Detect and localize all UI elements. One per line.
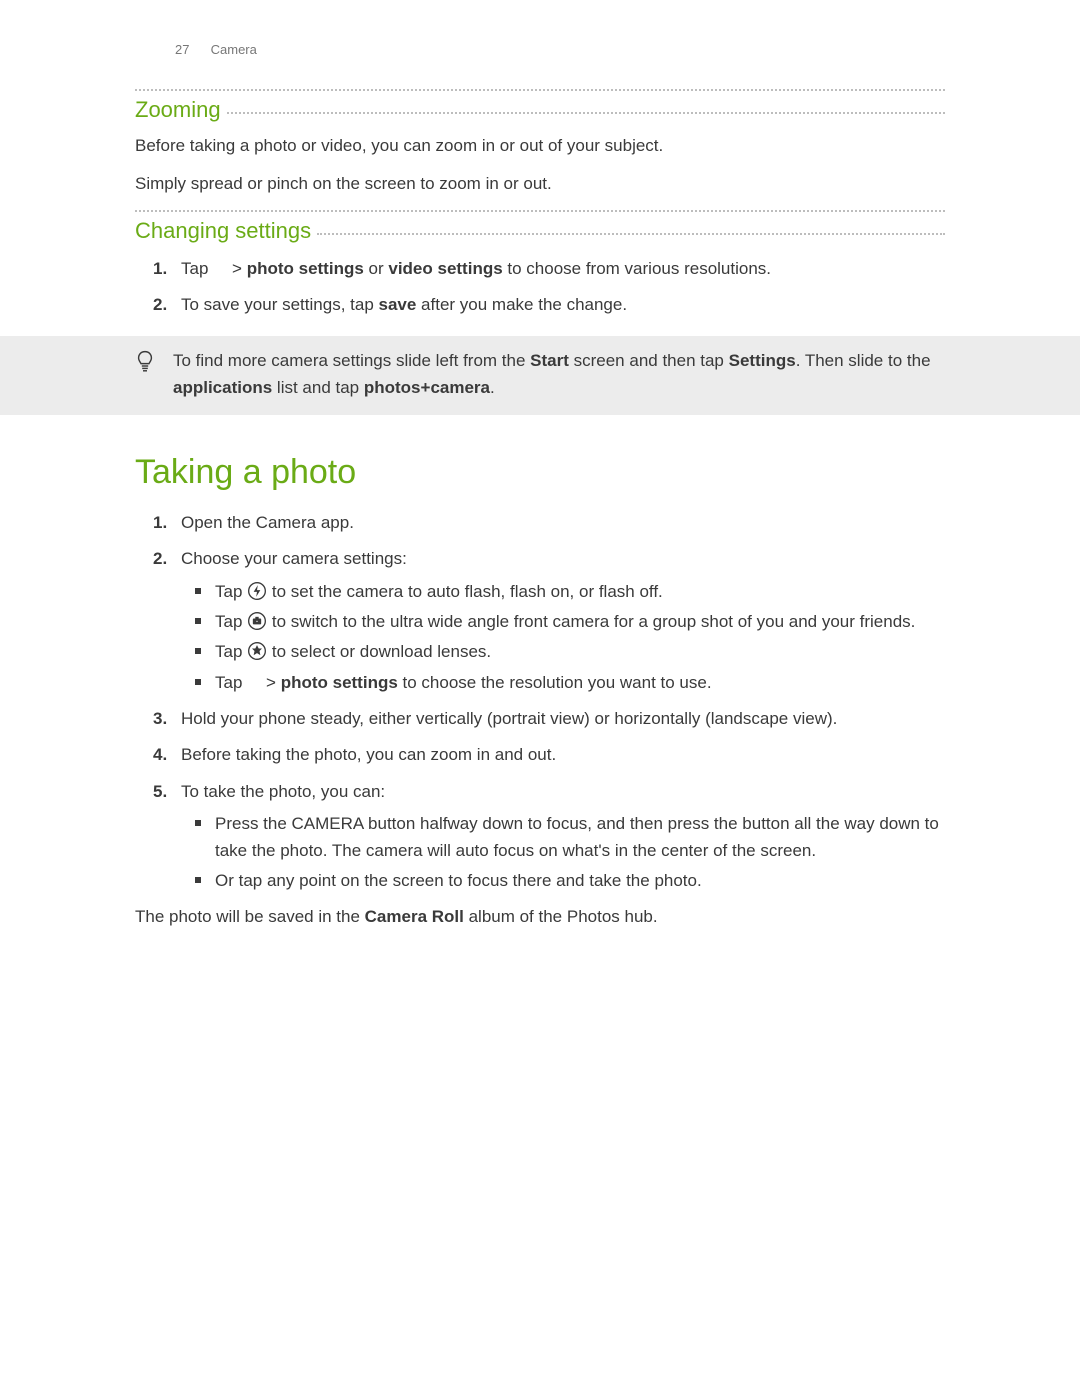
running-header: 27 Camera (175, 42, 945, 57)
save-label: save (379, 295, 417, 314)
step-5: To take the photo, you can: Press the CA… (135, 779, 945, 894)
zooming-para-1: Before taking a photo or video, you can … (135, 133, 945, 159)
text: or (364, 259, 389, 278)
bullet-lenses: Tap to select or download lenses. (181, 639, 945, 665)
text: To take the photo, you can: (181, 782, 385, 801)
settings-label: Settings (729, 351, 796, 370)
camera-settings-bullets: Tap to set the camera to auto flash, fla… (181, 579, 945, 696)
heading-row-changing-settings: Changing settings (135, 212, 945, 246)
text: To find more camera settings slide left … (173, 351, 530, 370)
bullet-front-camera: Tap to switch to the ultra wide angle fr… (181, 609, 945, 635)
text: To save your settings, tap (181, 295, 379, 314)
video-settings-label: video settings (388, 259, 502, 278)
bullet-photo-settings: Tap > photo settings to choose the resol… (181, 670, 945, 696)
page-number: 27 (175, 42, 207, 57)
text: screen and then tap (569, 351, 729, 370)
camera-roll-label: Camera Roll (365, 907, 464, 926)
step-2: To save your settings, tap save after yo… (135, 292, 945, 318)
text: Tap (181, 259, 213, 278)
text: to set the camera to auto flash, flash o… (272, 582, 663, 601)
text: list and tap (272, 378, 364, 397)
heading-taking-a-photo: Taking a photo (135, 453, 945, 492)
text: > (227, 259, 246, 278)
text: to choose from various resolutions. (503, 259, 771, 278)
text: Tap (215, 673, 247, 692)
flash-icon (247, 582, 272, 601)
changing-settings-steps: Tap > photo settings or video settings t… (135, 256, 945, 319)
photo-settings-label: photo settings (281, 673, 398, 692)
document-page: 27 Camera Zooming Before taking a photo … (0, 0, 1080, 1397)
bullet-flash: Tap to set the camera to auto flash, fla… (181, 579, 945, 605)
step-3: Hold your phone steady, either verticall… (135, 706, 945, 732)
bullet-tap-to-focus: Or tap any point on the screen to focus … (181, 868, 945, 894)
heading-zooming: Zooming (135, 91, 227, 125)
start-label: Start (530, 351, 569, 370)
applications-label: applications (173, 378, 272, 397)
text: to switch to the ultra wide angle front … (272, 612, 916, 631)
heading-row-zooming: Zooming (135, 91, 945, 125)
more-icon (213, 259, 227, 278)
front-camera-icon (247, 612, 272, 631)
step-4: Before taking the photo, you can zoom in… (135, 742, 945, 768)
heading-dotted-rule (227, 96, 945, 114)
more-icon (247, 673, 261, 692)
text: Tap (215, 642, 247, 661)
take-photo-bullets: Press the CAMERA button halfway down to … (181, 811, 945, 894)
text: > (261, 673, 280, 692)
text: The photo will be saved in the (135, 907, 365, 926)
text: . (490, 378, 495, 397)
tip-text: To find more camera settings slide left … (169, 348, 945, 401)
step-2: Choose your camera settings: Tap to set … (135, 546, 945, 696)
text: Tap (215, 612, 247, 631)
heading-changing-settings: Changing settings (135, 212, 317, 246)
closing-paragraph: The photo will be saved in the Camera Ro… (135, 904, 945, 930)
lenses-icon (247, 642, 272, 661)
text: . Then slide to the (796, 351, 931, 370)
section-name: Camera (211, 42, 257, 57)
text: after you make the change. (416, 295, 627, 314)
taking-photo-steps: Open the Camera app. Choose your camera … (135, 510, 945, 894)
text: album of the Photos hub. (464, 907, 658, 926)
text: to choose the resolution you want to use… (398, 673, 712, 692)
text: Tap (215, 582, 247, 601)
photos-camera-label: photos+camera (364, 378, 490, 397)
bullet-camera-button: Press the CAMERA button halfway down to … (181, 811, 945, 864)
tip-callout: To find more camera settings slide left … (0, 336, 1080, 415)
photo-settings-label: photo settings (247, 259, 364, 278)
step-1: Tap > photo settings or video settings t… (135, 256, 945, 282)
text: to select or download lenses. (272, 642, 491, 661)
heading-dotted-rule (317, 217, 945, 235)
step-1: Open the Camera app. (135, 510, 945, 536)
zooming-para-2: Simply spread or pinch on the screen to … (135, 171, 945, 197)
text: Choose your camera settings: (181, 549, 407, 568)
lightbulb-icon (135, 350, 169, 379)
